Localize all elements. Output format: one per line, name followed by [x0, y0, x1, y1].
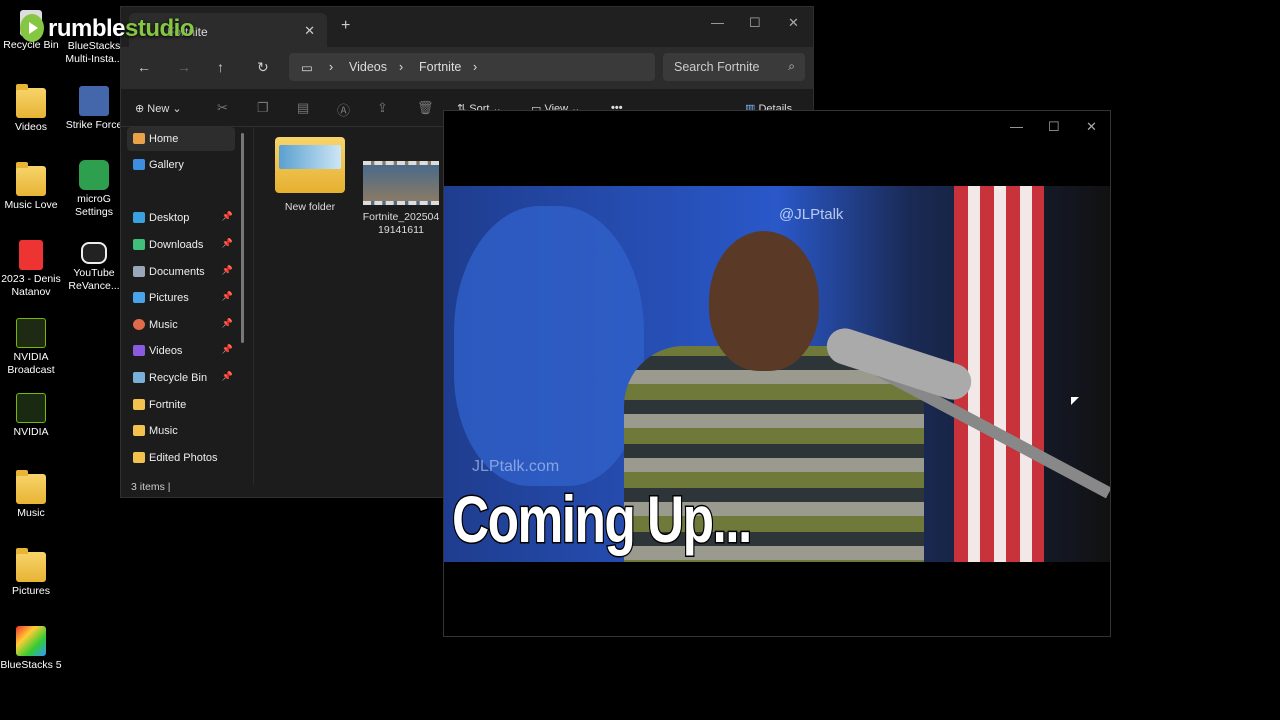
host-head [709, 231, 819, 371]
pin-icon: 📌 [221, 211, 233, 221]
paste-icon[interactable]: ▤ [297, 100, 309, 116]
video-watermark: @JLPtalk [779, 206, 844, 223]
minimize-icon[interactable]: — [711, 15, 724, 30]
sidebar-scrollbar[interactable] [241, 133, 244, 343]
explorer-titlebar: Fortnite ✕ + — ☐ ✕ [121, 7, 813, 47]
pin-icon: 📌 [221, 318, 233, 328]
rumble-studio-watermark: rumblestudio [20, 14, 195, 43]
pin-icon: 📌 [221, 371, 233, 381]
breadcrumb-chevron-icon: › [329, 60, 334, 74]
video-watermark-url: JLPtalk.com [472, 458, 560, 475]
breadcrumb-fortnite[interactable]: Fortnite [419, 60, 461, 74]
microg-icon [79, 160, 109, 190]
file-item-new-folder[interactable]: New folder [270, 137, 350, 214]
search-input[interactable]: Search Fortnite ⌕ [663, 53, 805, 81]
up-arrow-icon[interactable]: ↑ [217, 59, 224, 75]
folder-icon [16, 162, 46, 196]
desktop-icon-pdf[interactable]: 2023 - Denis Natanov [0, 240, 67, 299]
share-icon[interactable]: ⇪ [377, 100, 388, 116]
new-button[interactable]: ⊕ New ⌄ [135, 102, 182, 115]
pdf-icon [19, 240, 43, 270]
mouse-cursor-icon [1071, 397, 1079, 405]
nav-music[interactable]: Music 📌 [127, 313, 235, 337]
video-player-window: — ☐ ✕ @JLPtalk JLPtalk.com Coming Up... [443, 110, 1111, 637]
bluestacks-icon [16, 626, 46, 656]
computer-icon: ▭ [301, 61, 313, 75]
close-icon[interactable]: ✕ [1086, 119, 1097, 135]
folder-icon [275, 137, 345, 193]
video-frame[interactable]: @JLPtalk JLPtalk.com Coming Up... [444, 186, 1110, 562]
close-tab-icon[interactable]: ✕ [304, 23, 315, 39]
nav-fortnite[interactable]: Fortnite [127, 393, 235, 417]
folder-icon [16, 470, 46, 504]
folder-icon [16, 548, 46, 582]
explorer-navbar: ← → ↑ ↻ ▭ › Videos › Fortnite › Search F… [121, 47, 813, 89]
file-item-fortnite-video[interactable]: Fortnite_20250419141611 [360, 161, 442, 237]
minimize-icon[interactable]: — [1010, 119, 1023, 134]
desktop-icon-videos[interactable]: Videos [0, 84, 67, 134]
nav-recycle-bin[interactable]: Recycle Bin 📌 [127, 366, 235, 390]
navigation-pane: Home Gallery Desktop 📌 Downloads 📌 Documen… [121, 127, 241, 485]
video-thumbnail-icon [363, 161, 439, 205]
pin-icon: 📌 [221, 291, 233, 301]
address-bar[interactable]: ▭ › Videos › Fortnite › [289, 53, 655, 81]
desktop-icon-bluestacks[interactable]: BlueStacks 5 [0, 626, 67, 672]
maximize-icon[interactable]: ☐ [1048, 119, 1060, 135]
desktop-icon-pictures[interactable]: Pictures [0, 548, 67, 598]
pin-icon: 📌 [221, 344, 233, 354]
cut-icon[interactable]: ✂ [217, 100, 228, 116]
nav-documents[interactable]: Documents 📌 [127, 260, 235, 284]
nav-gallery[interactable]: Gallery [127, 153, 235, 177]
youtube-revanced-icon [81, 242, 107, 264]
forward-arrow-icon[interactable]: → [177, 59, 191, 75]
nav-edited-photos[interactable]: Edited Photos [127, 446, 235, 470]
strike-force-icon [79, 86, 109, 116]
back-arrow-icon[interactable]: ← [137, 59, 151, 75]
delete-icon[interactable]: 🗑 [417, 100, 434, 116]
desktop-icon-nvidia[interactable]: NVIDIA [0, 393, 67, 439]
pin-icon: 📌 [221, 238, 233, 248]
nvidia-icon [16, 393, 46, 423]
nvidia-broadcast-icon [16, 318, 46, 348]
nav-music-folder[interactable]: Music [127, 419, 235, 443]
refresh-icon[interactable]: ↻ [257, 59, 269, 76]
rumble-logo-icon [20, 14, 44, 42]
maximize-icon[interactable]: ☐ [749, 15, 761, 31]
nav-videos[interactable]: Videos 📌 [127, 339, 235, 363]
desktop-icon-music-love[interactable]: Music Love [0, 162, 67, 212]
breadcrumb-chevron-icon: › [399, 60, 404, 74]
desktop-icon-nvidia-broadcast[interactable]: NVIDIA Broadcast [0, 318, 67, 377]
folder-icon [16, 84, 46, 118]
desktop-icon-music[interactable]: Music [0, 470, 67, 520]
video-caption: Coming Up... [451, 481, 754, 558]
nav-pictures[interactable]: Pictures 📌 [127, 286, 235, 310]
pin-icon: 📌 [221, 265, 233, 275]
nav-downloads[interactable]: Downloads 📌 [127, 233, 235, 257]
add-tab-icon[interactable]: + [341, 17, 350, 35]
rename-icon[interactable]: Ⓐ [337, 100, 350, 119]
search-icon: ⌕ [788, 59, 795, 73]
breadcrumb-chevron-icon[interactable]: › [473, 60, 477, 74]
copy-icon[interactable]: ❐ [257, 100, 269, 116]
breadcrumb-videos[interactable]: Videos [349, 60, 387, 74]
nav-home[interactable]: Home [127, 127, 235, 151]
background-portrait [454, 206, 644, 486]
close-icon[interactable]: ✕ [788, 15, 799, 31]
nav-desktop[interactable]: Desktop 📌 [127, 206, 235, 230]
